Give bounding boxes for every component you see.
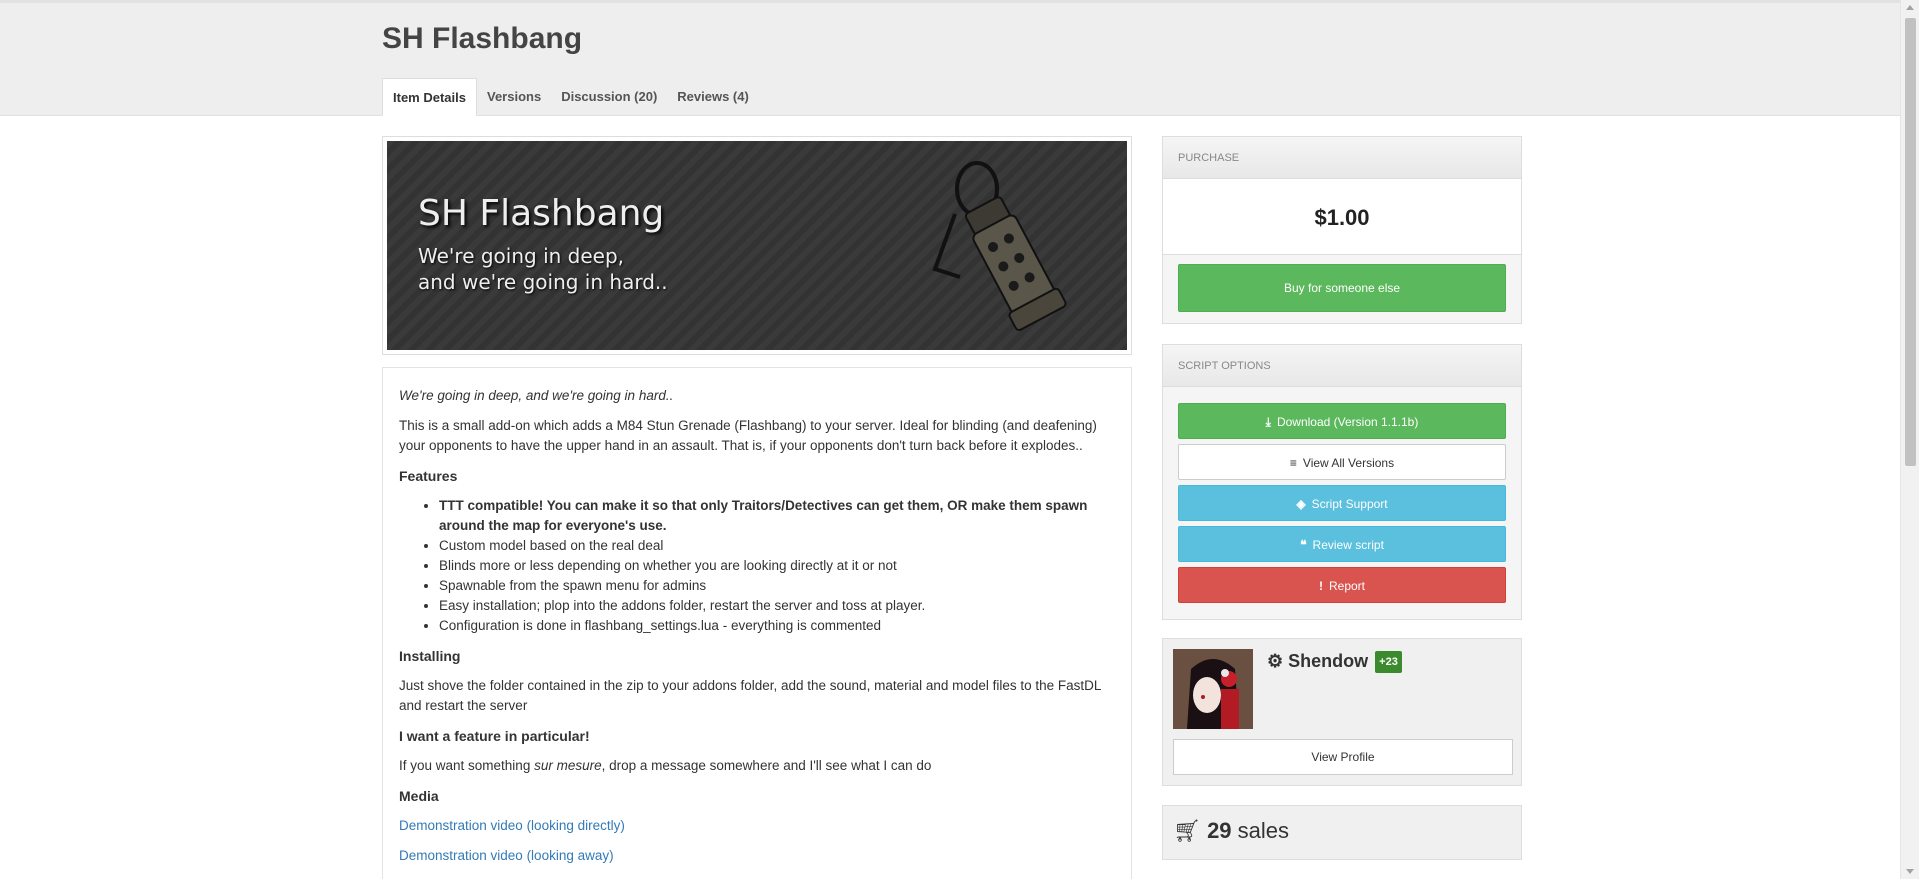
intro-text: This is a small add-on which adds a M84 …	[399, 418, 1097, 453]
list-icon: ≡	[1289, 456, 1297, 470]
media-link-away[interactable]: Demonstration video (looking away)	[399, 846, 1115, 866]
avatar-image	[1173, 649, 1253, 729]
banner-image: SH Flashbang We're going in deep, and we…	[387, 141, 1127, 350]
view-profile-button[interactable]: View Profile	[1173, 739, 1513, 775]
feature-request-heading: I want a feature in particular!	[399, 728, 590, 744]
download-button[interactable]: ⤓ Download (Version 1.1.1b)	[1178, 403, 1506, 439]
script-support-button[interactable]: ◈ Script Support	[1178, 485, 1506, 521]
tab-bar: Item Details Versions Discussion (20) Re…	[382, 78, 759, 116]
list-item: Spawnable from the spawn menu for admins	[439, 576, 1115, 596]
gear-icon: ⚙	[1267, 651, 1284, 671]
page-scrollbar[interactable]	[1900, 0, 1919, 879]
header-band	[0, 0, 1900, 116]
report-button[interactable]: ! Report	[1178, 567, 1506, 603]
purchase-heading: PURCHASE	[1163, 137, 1521, 179]
list-item: Easy installation; plop into the addons …	[439, 596, 1115, 616]
banner-subtitle-line2: and we're going in hard..	[418, 270, 668, 294]
buy-for-someone-else-button[interactable]: Buy for someone else	[1178, 264, 1506, 312]
scroll-down-icon[interactable]	[1906, 869, 1914, 874]
flashbang-grenade-icon	[932, 161, 1067, 331]
view-all-versions-button[interactable]: ≡ View All Versions	[1178, 444, 1506, 480]
quote-icon: ❝	[1300, 538, 1307, 552]
tag-icon: ◈	[1296, 497, 1306, 511]
exclamation-icon: !	[1318, 579, 1323, 593]
author-name[interactable]: ⚙ Shendow +23	[1267, 651, 1402, 674]
tab-reviews[interactable]: Reviews (4)	[667, 78, 759, 116]
tab-discussion[interactable]: Discussion (20)	[551, 78, 667, 116]
avatar[interactable]	[1173, 649, 1253, 729]
banner-subtitle-line1: We're going in deep,	[418, 244, 625, 268]
features-heading: Features	[399, 468, 458, 484]
sales-count: 29	[1207, 818, 1232, 843]
feature-request-text: If you want something sur mesure, drop a…	[399, 758, 932, 773]
price: $1.00	[1163, 179, 1521, 255]
tagline: We're going in deep, and we're going in …	[399, 388, 674, 403]
installing-text: Just shove the folder contained in the z…	[399, 678, 1101, 713]
scrollbar-thumb[interactable]	[1905, 18, 1916, 466]
banner-subtitle: We're going in deep, and we're going in …	[418, 243, 738, 295]
list-item: Custom model based on the real deal	[439, 536, 1115, 556]
page-title: SH Flashbang	[382, 22, 583, 55]
reputation-badge: +23	[1375, 651, 1402, 674]
sales-label: sales	[1237, 818, 1290, 843]
media-heading: Media	[399, 788, 439, 804]
download-icon: ⤓	[1265, 415, 1271, 429]
purchase-panel: PURCHASE $1.00 Buy for someone else	[1162, 136, 1522, 324]
item-description: We're going in deep, and we're going in …	[382, 367, 1132, 879]
list-item: Blinds more or less depending on whether…	[439, 556, 1115, 576]
banner-title: SH Flashbang	[418, 193, 665, 234]
review-script-button[interactable]: ❝ Review script	[1178, 526, 1506, 562]
scroll-up-icon[interactable]	[1906, 5, 1914, 10]
tab-item-details[interactable]: Item Details	[382, 78, 477, 116]
banner-frame: SH Flashbang We're going in deep, and we…	[382, 136, 1132, 355]
installing-heading: Installing	[399, 648, 461, 664]
list-item: TTT compatible! You can make it so that …	[439, 496, 1115, 536]
media-link-direct[interactable]: Demonstration video (looking directly)	[399, 816, 1115, 836]
script-options-panel: SCRIPT OPTIONS ⤓ Download (Version 1.1.1b…	[1162, 344, 1522, 620]
sales-count-box: 🛒︎ 29 sales	[1162, 805, 1522, 860]
script-options-heading: SCRIPT OPTIONS	[1163, 345, 1521, 387]
tab-versions[interactable]: Versions	[477, 78, 551, 116]
author-card: ⚙ Shendow +23 View Profile	[1162, 638, 1522, 786]
cart-icon: 🛒︎	[1173, 818, 1201, 843]
features-list: TTT compatible! You can make it so that …	[439, 496, 1115, 636]
list-item: Configuration is done in flashbang_setti…	[439, 616, 1115, 636]
